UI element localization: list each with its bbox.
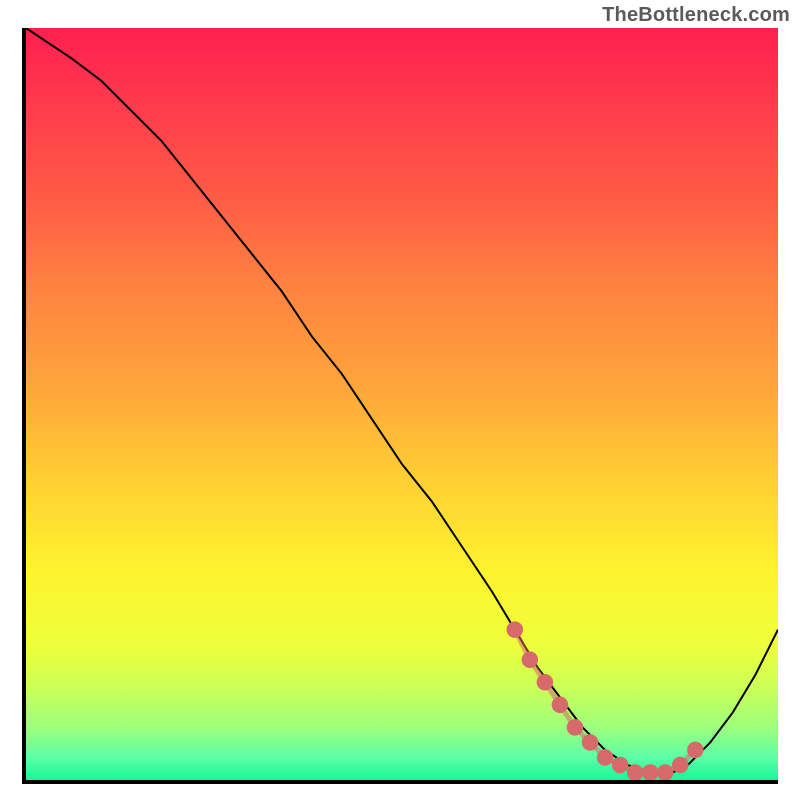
highlight-dot [537, 674, 554, 691]
chart-plot-area [26, 28, 778, 780]
highlight-dot [522, 651, 539, 668]
highlight-dot [687, 742, 704, 759]
highlight-dot [567, 719, 584, 736]
highlight-dot [657, 764, 674, 780]
watermark-text: TheBottleneck.com [602, 4, 790, 27]
highlight-dot [627, 764, 644, 780]
chart-axes [22, 28, 778, 784]
highlight-dot [672, 757, 689, 774]
highlight-dot [552, 697, 569, 714]
highlight-dot [612, 757, 629, 774]
highlight-dot [642, 764, 659, 780]
highlight-dot [597, 749, 614, 766]
highlight-dot [507, 621, 524, 638]
chart-background-gradient [26, 28, 778, 780]
highlight-dot [582, 734, 599, 751]
chart-svg [26, 28, 778, 780]
